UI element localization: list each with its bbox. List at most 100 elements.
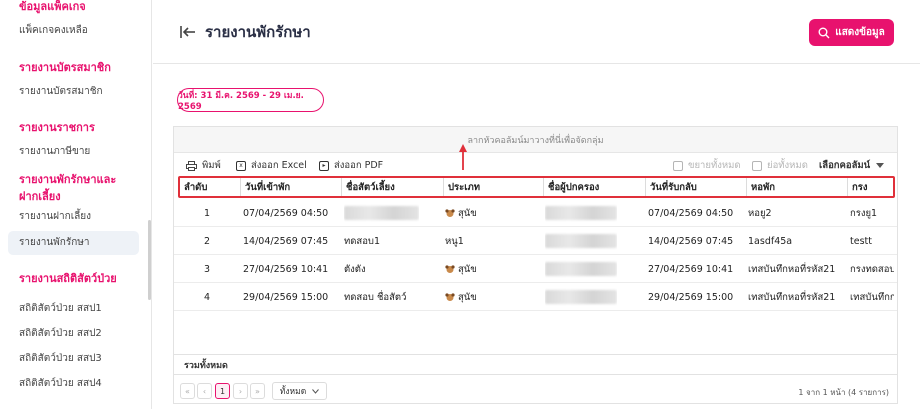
cell-cage: กรงยู1 <box>850 207 878 219</box>
table-row[interactable]: 1 07/04/2569 04:50 สุนัข 07/04/2569 04:5… <box>174 199 897 227</box>
cell-checkout: 14/04/2569 07:45 <box>648 235 734 247</box>
column-chooser-label: เลือกคอลัมน์ <box>819 160 871 171</box>
table-row[interactable]: 4 29/04/2569 15:00 ทดสอบ ชื่อสัตว์ สุนัข… <box>174 283 897 311</box>
export-excel-label: ส่งออก Excel <box>251 160 307 171</box>
cell-owner <box>545 255 617 283</box>
sidebar-item-stats-3[interactable]: สถิติสัตว์ป่วย สสป3 <box>19 352 102 366</box>
redacted-pet-name <box>344 206 419 220</box>
redacted-owner <box>545 262 617 276</box>
col-header-owner[interactable]: ชื่อผู้ปกครอง <box>543 178 645 196</box>
show-data-label: แสดงข้อมูล <box>835 27 885 38</box>
cell-no: 3 <box>204 263 211 275</box>
cell-ward: เทสบันทึกหอที่รหัส21 <box>748 291 836 303</box>
redacted-owner <box>545 234 617 248</box>
next-page-button[interactable]: › <box>233 383 248 399</box>
cell-pet-name: ทดสอบ ชื่อสัตว์ <box>344 291 407 303</box>
page-size-select[interactable]: ทั้งหมด <box>272 382 327 400</box>
last-page-button[interactable]: » <box>250 383 265 399</box>
type-label: สุนัข <box>458 207 477 219</box>
show-data-button[interactable]: แสดงข้อมูล <box>809 19 894 46</box>
table-row[interactable]: 3 27/04/2569 10:41 ตังตัง สุนัข 27/04/25… <box>174 255 897 283</box>
page-header: รายงานพักรักษา แสดงข้อมูล <box>153 0 920 64</box>
group-panel[interactable]: ลากหัวคอลัมน์มาวางที่นี่เพื่อจัดกลุ่ม <box>174 127 897 153</box>
annotation-arrow-icon <box>459 144 467 170</box>
sidebar-item-member-card[interactable]: รายงานบัตรสมาชิก <box>19 85 103 99</box>
col-header-checkin[interactable]: วันที่เข้าพัก <box>240 178 341 196</box>
cell-pet-name: ตังตัง <box>344 263 366 275</box>
cell-no: 1 <box>204 207 211 219</box>
print-button[interactable]: พิมพ์ <box>186 158 221 173</box>
chevron-down-icon <box>312 388 320 394</box>
export-pdf-button[interactable]: ▸ ส่งออก PDF <box>319 158 383 173</box>
expand-all-button[interactable]: ขยายทั้งหมด <box>673 158 741 173</box>
col-header-no[interactable]: ลำดับ <box>180 178 240 196</box>
grid-toolbar: พิมพ์ x ส่งออก Excel ▸ ส่งออก PDF ขยายทั… <box>174 153 897 177</box>
expand-all-label: ขยายทั้งหมด <box>688 160 741 171</box>
table-row[interactable]: 2 14/04/2569 07:45 ทดสอบ1 หนู1 14/04/256… <box>174 227 897 255</box>
sidebar-item-stats-1[interactable]: สถิติสัตว์ป่วย สสป1 <box>19 302 102 316</box>
cell-owner <box>545 283 617 311</box>
cell-ward: เทสบันทึกหอที่รหัส21 <box>748 263 836 275</box>
cell-ward: 1asdf45a <box>748 235 793 247</box>
type-label: สุนัข <box>458 263 477 275</box>
cell-type: สุนัข <box>445 283 477 311</box>
summary-row: รวมทั้งหมด <box>174 354 897 375</box>
col-header-checkout[interactable]: วันที่รับกลับ <box>645 178 746 196</box>
collapse-sidebar-icon[interactable] <box>179 23 197 41</box>
first-page-button[interactable]: « <box>180 383 195 399</box>
cell-checkin: 29/04/2569 15:00 <box>243 291 329 303</box>
cell-no: 2 <box>204 235 211 247</box>
cell-type: สุนัข <box>445 255 477 283</box>
col-header-type[interactable]: ประเภท <box>443 178 543 196</box>
sidebar-item-stats-2[interactable]: สถิติสัตว์ป่วย สสป2 <box>19 327 102 341</box>
cell-cage: กรงทดสอบ <box>850 263 894 275</box>
sidebar-section-hospital-boarding-line2: ฝากเลี้ยง <box>19 190 61 203</box>
col-header-cage[interactable]: กรง <box>847 178 897 196</box>
cell-pet-name <box>344 199 419 227</box>
cell-cage: testt <box>850 235 872 247</box>
type-label: สุนัข <box>458 291 477 303</box>
column-chooser-button[interactable]: เลือกคอลัมน์ <box>819 158 885 173</box>
date-range-chip[interactable]: วันที่: 31 มี.ค. 2569 - 29 เม.ย. 2569 <box>177 88 324 112</box>
sidebar-item-boarding[interactable]: รายงานฝากเลี้ยง <box>19 210 91 224</box>
redacted-owner <box>545 206 617 220</box>
col-header-ward[interactable]: หอพัก <box>746 178 847 196</box>
sidebar-item-hospitalization[interactable]: รายงานพักรักษา <box>8 231 139 255</box>
col-header-pet-name[interactable]: ชื่อสัตว์เลี้ยง <box>341 178 443 196</box>
pager-info: 1 จาก 1 หน้า (4 รายการ) <box>798 388 889 397</box>
cell-checkin: 14/04/2569 07:45 <box>243 235 329 247</box>
dog-icon <box>445 293 455 301</box>
expand-icon <box>673 160 683 171</box>
sidebar: ข้อมูลแพ็คเกจ แพ็คเกจคงเหลือ รายงานบัตรส… <box>0 0 152 409</box>
cell-checkin: 07/04/2569 04:50 <box>243 207 329 219</box>
sidebar-item-sales-tax[interactable]: รายงานภาษีขาย <box>19 145 90 159</box>
cell-type: สุนัข <box>445 199 477 227</box>
cell-no: 4 <box>204 291 211 303</box>
sidebar-item-stats-4[interactable]: สถิติสัตว์ป่วย สสป4 <box>19 377 102 391</box>
sidebar-item-package-remaining[interactable]: แพ็คเกจคงเหลือ <box>19 24 88 38</box>
cell-checkout: 07/04/2569 04:50 <box>648 207 734 219</box>
pdf-icon: ▸ <box>319 160 329 171</box>
collapse-all-label: ย่อทั้งหมด <box>767 160 808 171</box>
sidebar-scrollbar[interactable] <box>148 220 151 300</box>
sidebar-section-hospital-boarding: รายงานพักรักษาและ <box>19 173 117 186</box>
prev-page-button[interactable]: ‹ <box>197 383 212 399</box>
dog-icon <box>445 209 455 217</box>
report-grid: ลากหัวคอลัมน์มาวางที่นี่เพื่อจัดกลุ่ม พิ… <box>173 126 898 404</box>
page-size-value: ทั้งหมด <box>279 387 307 397</box>
table-body: 1 07/04/2569 04:50 สุนัข 07/04/2569 04:5… <box>174 199 897 311</box>
cell-checkout: 27/04/2569 10:41 <box>648 263 734 275</box>
export-excel-button[interactable]: x ส่งออก Excel <box>236 158 307 173</box>
export-pdf-label: ส่งออก PDF <box>334 160 384 171</box>
print-label: พิมพ์ <box>202 160 221 171</box>
sidebar-section-sick-stats: รายงานสถิติสัตว์ป่วย <box>19 272 117 285</box>
cell-owner <box>545 227 617 255</box>
printer-icon <box>186 160 197 171</box>
page-button-current[interactable]: 1 <box>215 383 230 399</box>
dog-icon <box>445 265 455 273</box>
collapse-all-button[interactable]: ย่อทั้งหมด <box>752 158 808 173</box>
cell-checkout: 29/04/2569 15:00 <box>648 291 734 303</box>
sidebar-section-government: รายงานราชการ <box>19 121 95 134</box>
cell-pet-name: ทดสอบ1 <box>344 235 381 247</box>
cell-ward: หอยู2 <box>748 207 772 219</box>
